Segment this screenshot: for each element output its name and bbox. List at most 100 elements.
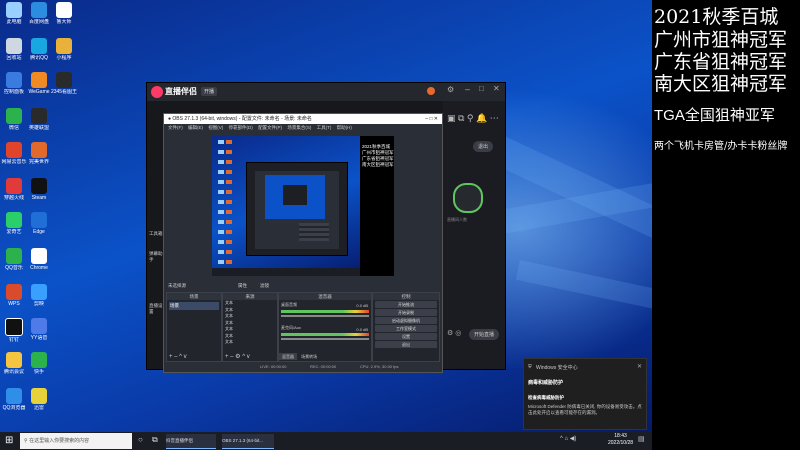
desktop-icon[interactable]: 迅雷 (25, 388, 53, 411)
desktop-icon[interactable]: 剪映 (25, 284, 53, 307)
mixer-tabs: 混音器 场景转场 (279, 353, 371, 361)
tab-transitions[interactable]: 场景转场 (298, 353, 320, 360)
clock-time: 18:43 (614, 433, 627, 439)
start-live-button[interactable]: 开始直播 (469, 329, 500, 340)
desktop-icon[interactable]: Chrome (25, 248, 53, 271)
app-icon (31, 318, 47, 334)
source-item[interactable]: 文本 (225, 339, 277, 346)
desktop-icon[interactable]: 回收站 (0, 38, 28, 61)
desktop-icon[interactable]: 小程序 (50, 38, 78, 61)
minimize-icon[interactable]: – (465, 84, 470, 94)
start-recording-button[interactable]: 开始录制 (375, 309, 437, 316)
menu-tools[interactable]: 工具(T) (317, 125, 332, 130)
scene-item[interactable]: 场景 (169, 302, 219, 310)
desktop-icon[interactable]: YY语音 (25, 318, 53, 341)
toolbar-icons[interactable]: ▣ ⧉ ⚲ 🔔 ⋯ (447, 113, 499, 124)
stream-overlay-panel: 2021秋季百城 广州市狙神冠军 广东省狙神冠军 南大区狙神冠军 TGA全国狙神… (652, 0, 800, 450)
sidebar-item-toolbox[interactable]: 工具箱 (149, 231, 163, 237)
preview-nested-window (283, 185, 307, 205)
settings-button[interactable]: 设置 (375, 333, 437, 340)
desktop-icon[interactable]: QQ浏览器 (0, 388, 28, 411)
tab-mixer[interactable]: 混音器 (279, 353, 297, 360)
app-icon (56, 38, 72, 54)
clock[interactable]: 18:43 2022/10/28 (608, 433, 633, 447)
avatar[interactable] (427, 87, 435, 95)
tab-live[interactable]: 开播 (201, 87, 218, 96)
filters-button[interactable]: 滤镜 (260, 282, 269, 290)
menu-edit[interactable]: 编辑(E) (188, 125, 203, 130)
desktop-icon[interactable]: 完美世界 (25, 142, 53, 165)
app-icon (6, 142, 22, 158)
app-icon (31, 284, 47, 300)
app-icon (5, 318, 23, 336)
settings-icon[interactable]: ⚙ ◎ (447, 329, 461, 337)
window-controls[interactable]: – □ ✕ (425, 114, 438, 124)
exit-button[interactable]: 退出 (473, 141, 494, 152)
desktop-icon[interactable]: 钉钉 (0, 318, 28, 343)
obs-preview[interactable]: 2021秋季百城 广州市狙神冠军 广东省狙神冠军 南大区狙神冠军 (212, 136, 394, 276)
close-icon[interactable]: ✕ (493, 84, 500, 93)
mixer-track-level: 0.0 dB (356, 327, 368, 332)
scene-dock-buttons[interactable]: + – ^ v (169, 354, 187, 360)
mixer-track-level: 0.0 dB (356, 303, 368, 308)
exit-button[interactable]: 退出 (375, 341, 437, 348)
desktop-icon[interactable]: 爱奇艺 (0, 212, 28, 235)
streaming-app-window[interactable]: 直播伴侣 开播 ⚙ – □ ✕ 工具箱 弹幕助手 直播设置 ▣ ⧉ ⚲ 🔔 ⋯ … (146, 82, 506, 373)
volume-slider[interactable] (281, 338, 369, 340)
settings-icon[interactable]: ⚙ (447, 85, 454, 94)
desktop-icon[interactable]: WeGame (25, 72, 53, 95)
maximize-icon[interactable]: □ (479, 84, 484, 93)
desktop-icon[interactable]: Steam (25, 178, 53, 201)
scenes-dock-header: 场景 (167, 293, 221, 300)
menu-view[interactable]: 视图(V) (208, 125, 223, 130)
start-virtual-camera-button[interactable]: 启动虚拟摄像机 (375, 317, 437, 324)
menu-scene-collection[interactable]: 场景集合(S) (287, 125, 311, 130)
studio-mode-button[interactable]: 工作室模式 (375, 325, 437, 332)
menu-file[interactable]: 文件(F) (168, 125, 183, 130)
security-notification[interactable]: ⛨ Windows 安全中心 ✕ 病毒和威胁防护 检查病毒威胁防护 Micros… (523, 358, 647, 430)
desktop-icon[interactable]: 网易云音乐 (0, 142, 28, 165)
desktop-icon[interactable]: 鲁大师 (50, 2, 78, 25)
notification-center-icon[interactable]: ▤ (638, 435, 645, 443)
cortana-icon[interactable]: ○ (138, 435, 143, 444)
controls-dock: 控制 开始推流 开始录制 启动虚拟摄像机 工作室模式 设置 退出 (372, 292, 440, 362)
app-icon (6, 352, 22, 368)
menu-docks[interactable]: 停靠部件(D) (229, 125, 253, 130)
desktop-icon[interactable]: 腾讯会议 (0, 352, 28, 375)
desktop-icon[interactable]: 快手 (25, 352, 53, 375)
menu-help[interactable]: 帮助(H) (337, 125, 352, 130)
desktop-icon[interactable]: 百度网盘 (25, 2, 53, 25)
tray-icons[interactable]: ^ ⌂ ◀) (560, 435, 576, 442)
windows-start-icon[interactable]: ⊞ (5, 435, 13, 446)
source-dock-buttons[interactable]: + – ⚙ ^ v (225, 353, 250, 360)
desktop-icon[interactable]: 2345看图王 (50, 72, 78, 95)
desktop-icon[interactable]: 英雄联盟 (25, 108, 53, 131)
start-streaming-button[interactable]: 开始推流 (375, 301, 437, 308)
desktop-icon[interactable]: 腾讯QQ (25, 38, 53, 61)
app-icon (31, 72, 47, 88)
app-icon (6, 178, 22, 194)
mixer-dock-header: 混音器 (279, 293, 371, 300)
desktop-icon[interactable]: 微信 (0, 108, 28, 131)
sidebar-item-danmaku[interactable]: 弹幕助手 (149, 251, 163, 263)
obs-window[interactable]: ● OBS 27.1.3 (64-bit, windows) - 配置文件: 未… (163, 113, 443, 373)
sidebar-item-settings[interactable]: 直播设置 (149, 303, 163, 315)
close-icon[interactable]: ✕ (637, 363, 642, 370)
task-view-icon[interactable]: ⧉ (152, 435, 158, 445)
preview-desktop (212, 136, 360, 276)
taskbar-search[interactable]: ⚲ 在这里输入你要搜索的内容 (20, 433, 132, 449)
desktop-icon[interactable]: 此电脑 (0, 2, 28, 25)
properties-button[interactable]: 属性 (238, 282, 247, 290)
desktop-icon[interactable]: 控制面板 (0, 72, 28, 95)
desktop-icon[interactable]: 穿越火线 (0, 178, 28, 201)
desktop-icon[interactable]: Edge (25, 212, 53, 235)
search-icon: ⚲ (24, 438, 28, 444)
notification-subtitle: 检查病毒威胁防护 (528, 395, 564, 400)
menu-profile[interactable]: 配置文件(P) (258, 125, 282, 130)
volume-slider[interactable] (281, 315, 369, 317)
taskbar-app-streaming[interactable]: 抖音直播伴侣 (166, 434, 216, 449)
obs-title: OBS 27.1.3 (64-bit, windows) - 配置文件: 未命名… (172, 116, 312, 122)
desktop-icon[interactable]: QQ音乐 (0, 248, 28, 271)
desktop-icon[interactable]: WPS (0, 284, 28, 307)
taskbar-app-obs[interactable]: OBS 27.1.3 (64-bit... (222, 434, 274, 449)
